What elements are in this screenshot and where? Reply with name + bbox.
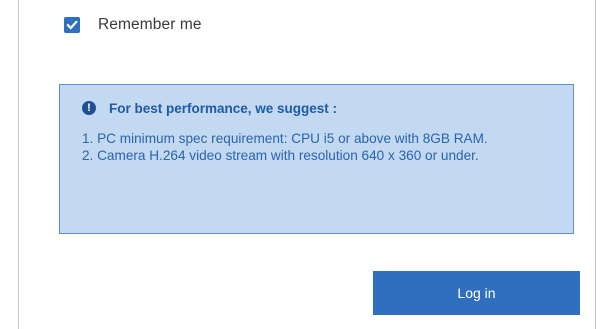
remember-me-row[interactable]: Remember me (64, 16, 202, 34)
checkmark-icon (66, 20, 78, 30)
remember-me-checkbox[interactable] (64, 17, 80, 33)
notice-header: ! For best performance, we suggest : (82, 99, 559, 117)
info-icon: ! (82, 101, 96, 115)
notice-title: For best performance, we suggest : (109, 100, 338, 116)
notice-item: 2. Camera H.264 video stream with resolu… (82, 148, 479, 163)
remember-me-label: Remember me (98, 16, 202, 33)
notice-body: 1. PC minimum spec requirement: CPU i5 o… (82, 130, 552, 164)
login-button[interactable]: Log in (373, 271, 580, 315)
notice-item: 1. PC minimum spec requirement: CPU i5 o… (82, 131, 488, 146)
login-panel: Remember me ! For best performance, we s… (18, 0, 596, 329)
performance-notice: ! For best performance, we suggest : 1. … (59, 84, 574, 234)
